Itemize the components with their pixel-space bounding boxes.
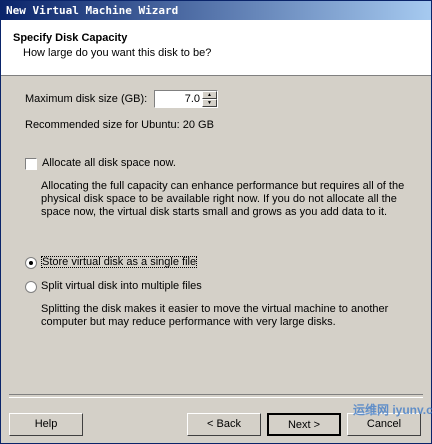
next-button[interactable]: Next >	[267, 413, 341, 436]
disk-size-value[interactable]: 7.0	[185, 93, 200, 105]
allocate-description-line: Allocating the full capacity can enhance…	[41, 180, 405, 192]
split-description-line: computer but may reduce performance with…	[41, 316, 336, 328]
wizard-window: New Virtual Machine Wizard Specify Disk …	[0, 0, 432, 444]
wizard-header: Specify Disk Capacity How large do you w…	[1, 20, 431, 76]
window-title: New Virtual Machine Wizard	[6, 4, 179, 17]
help-button[interactable]: Help	[9, 413, 83, 436]
page-title: Specify Disk Capacity	[13, 32, 128, 44]
allocate-checkbox[interactable]	[25, 158, 37, 170]
allocate-description-line: physical disk space to be available righ…	[41, 193, 397, 205]
split-description-line: Splitting the disk makes it easier to mo…	[41, 303, 389, 315]
footer-separator	[9, 394, 423, 398]
single-file-radio[interactable]	[25, 257, 37, 269]
disk-size-spinner[interactable]: 7.0 ▲ ▼	[154, 90, 218, 108]
recommended-size-text: Recommended size for Ubuntu: 20 GB	[25, 119, 214, 131]
watermark-logo: 运维网 iyunv.com	[353, 403, 432, 417]
title-bar: New Virtual Machine Wizard	[1, 1, 431, 20]
single-file-label[interactable]: Store virtual disk as a single file	[41, 256, 198, 268]
page-subtitle: How large do you want this disk to be?	[23, 47, 212, 59]
allocate-description-line: space now, the virtual disk starts small…	[41, 206, 388, 218]
allocate-description: Allocating the full capacity can enhance…	[41, 180, 411, 219]
split-description: Splitting the disk makes it easier to mo…	[41, 303, 411, 329]
spinner-arrows[interactable]: ▲ ▼	[202, 91, 217, 107]
back-button[interactable]: < Back	[187, 413, 261, 436]
spin-up-icon[interactable]: ▲	[202, 91, 217, 99]
multiple-files-label[interactable]: Split virtual disk into multiple files	[41, 280, 202, 292]
multiple-files-radio[interactable]	[25, 281, 37, 293]
spin-down-icon[interactable]: ▼	[202, 99, 217, 107]
radio-selected-dot	[29, 261, 33, 265]
disk-size-label: Maximum disk size (GB):	[25, 93, 148, 105]
allocate-label[interactable]: Allocate all disk space now.	[42, 157, 176, 169]
